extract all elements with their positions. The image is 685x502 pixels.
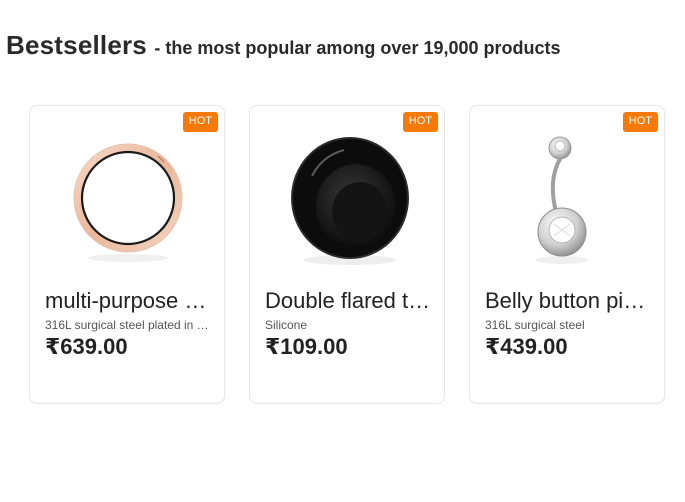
product-name[interactable]: Double flared tunnel [265,288,433,314]
rose-gold-segment-ring-icon [73,143,183,262]
product-name[interactable]: multi-purpose ring [45,288,213,314]
section-title: Bestsellers [6,30,147,60]
product-card[interactable]: HOT multi-purpose ring 316L surgical ste… [29,105,225,404]
product-price: ₹109.00 [265,334,348,359]
product-image[interactable] [58,128,198,268]
product-material: 316L surgical steel [485,318,585,332]
product-card[interactable]: HOT Belly button piercing 316L surgical … [469,105,665,404]
product-price: ₹639.00 [45,334,128,359]
product-name[interactable]: Belly button piercing [485,288,653,314]
black-silicone-tunnel-icon [291,137,409,265]
product-image[interactable] [278,128,418,268]
product-material: 316L surgical steel plated in rose gold [45,318,211,332]
belly-button-bar-icon [536,136,588,264]
product-card[interactable]: HOT Double flared tunnel Silicone ₹109.0… [249,105,445,404]
product-material: Silicone [265,318,308,332]
product-image[interactable] [498,128,638,268]
section-subtitle: - the most popular among over 19,000 pro… [154,38,561,58]
product-price: ₹439.00 [485,334,568,359]
section-heading: Bestsellers - the most popular among ove… [6,30,561,61]
